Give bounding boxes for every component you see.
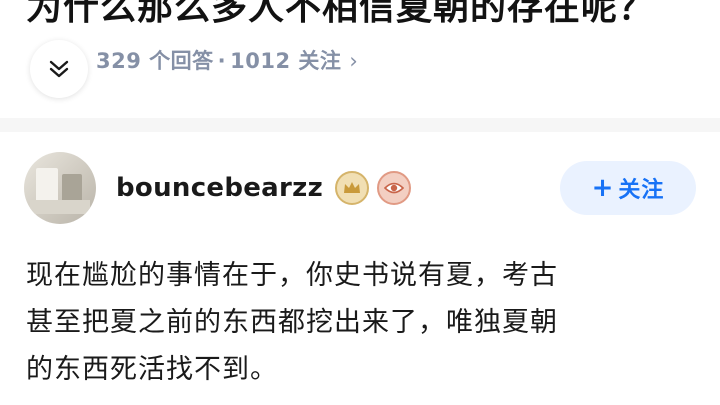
answer-content[interactable]: 现在尴尬的事情在于，你史书说有夏，考古 甚至把夏之前的东西都挖出来了，唯独夏朝 … xyxy=(26,252,706,393)
question-meta: 329 个回答 · 1012 关注 › xyxy=(30,40,358,98)
author-row: bouncebearzz + 关注 xyxy=(24,152,696,224)
chevron-right-icon: › xyxy=(349,49,359,73)
avatar[interactable] xyxy=(24,152,96,224)
answer-line: 甚至把夏之前的东西都挖出来了，唯独夏朝 xyxy=(26,307,558,338)
follow-button[interactable]: + 关注 xyxy=(560,161,696,215)
plus-icon: + xyxy=(591,173,615,203)
chevron-double-down-icon xyxy=(49,60,69,78)
answers-count: 329 个回答 xyxy=(96,49,214,73)
question-stats[interactable]: 329 个回答 · 1012 关注 › xyxy=(96,45,358,75)
meta-separator: · xyxy=(217,49,227,73)
crown-badge-icon[interactable] xyxy=(335,171,370,205)
author-name[interactable]: bouncebearzz xyxy=(116,173,323,203)
answer-line: 现在尴尬的事情在于，你史书说有夏，考古 xyxy=(26,260,558,291)
eye-badge-icon[interactable] xyxy=(377,171,412,205)
question-title[interactable]: 为什么那么多人不相信夏朝的存在呢？ xyxy=(26,0,720,30)
section-divider xyxy=(0,118,720,132)
collapse-button[interactable] xyxy=(30,40,88,98)
answer-line: 的东西死活找不到。 xyxy=(26,354,278,385)
followers-count: 1012 关注 xyxy=(230,49,342,73)
follow-button-label: 关注 xyxy=(618,178,665,203)
answer-page: 为什么那么多人不相信夏朝的存在呢？ 329 个回答 · 1012 关注 › bounc… xyxy=(0,0,720,405)
